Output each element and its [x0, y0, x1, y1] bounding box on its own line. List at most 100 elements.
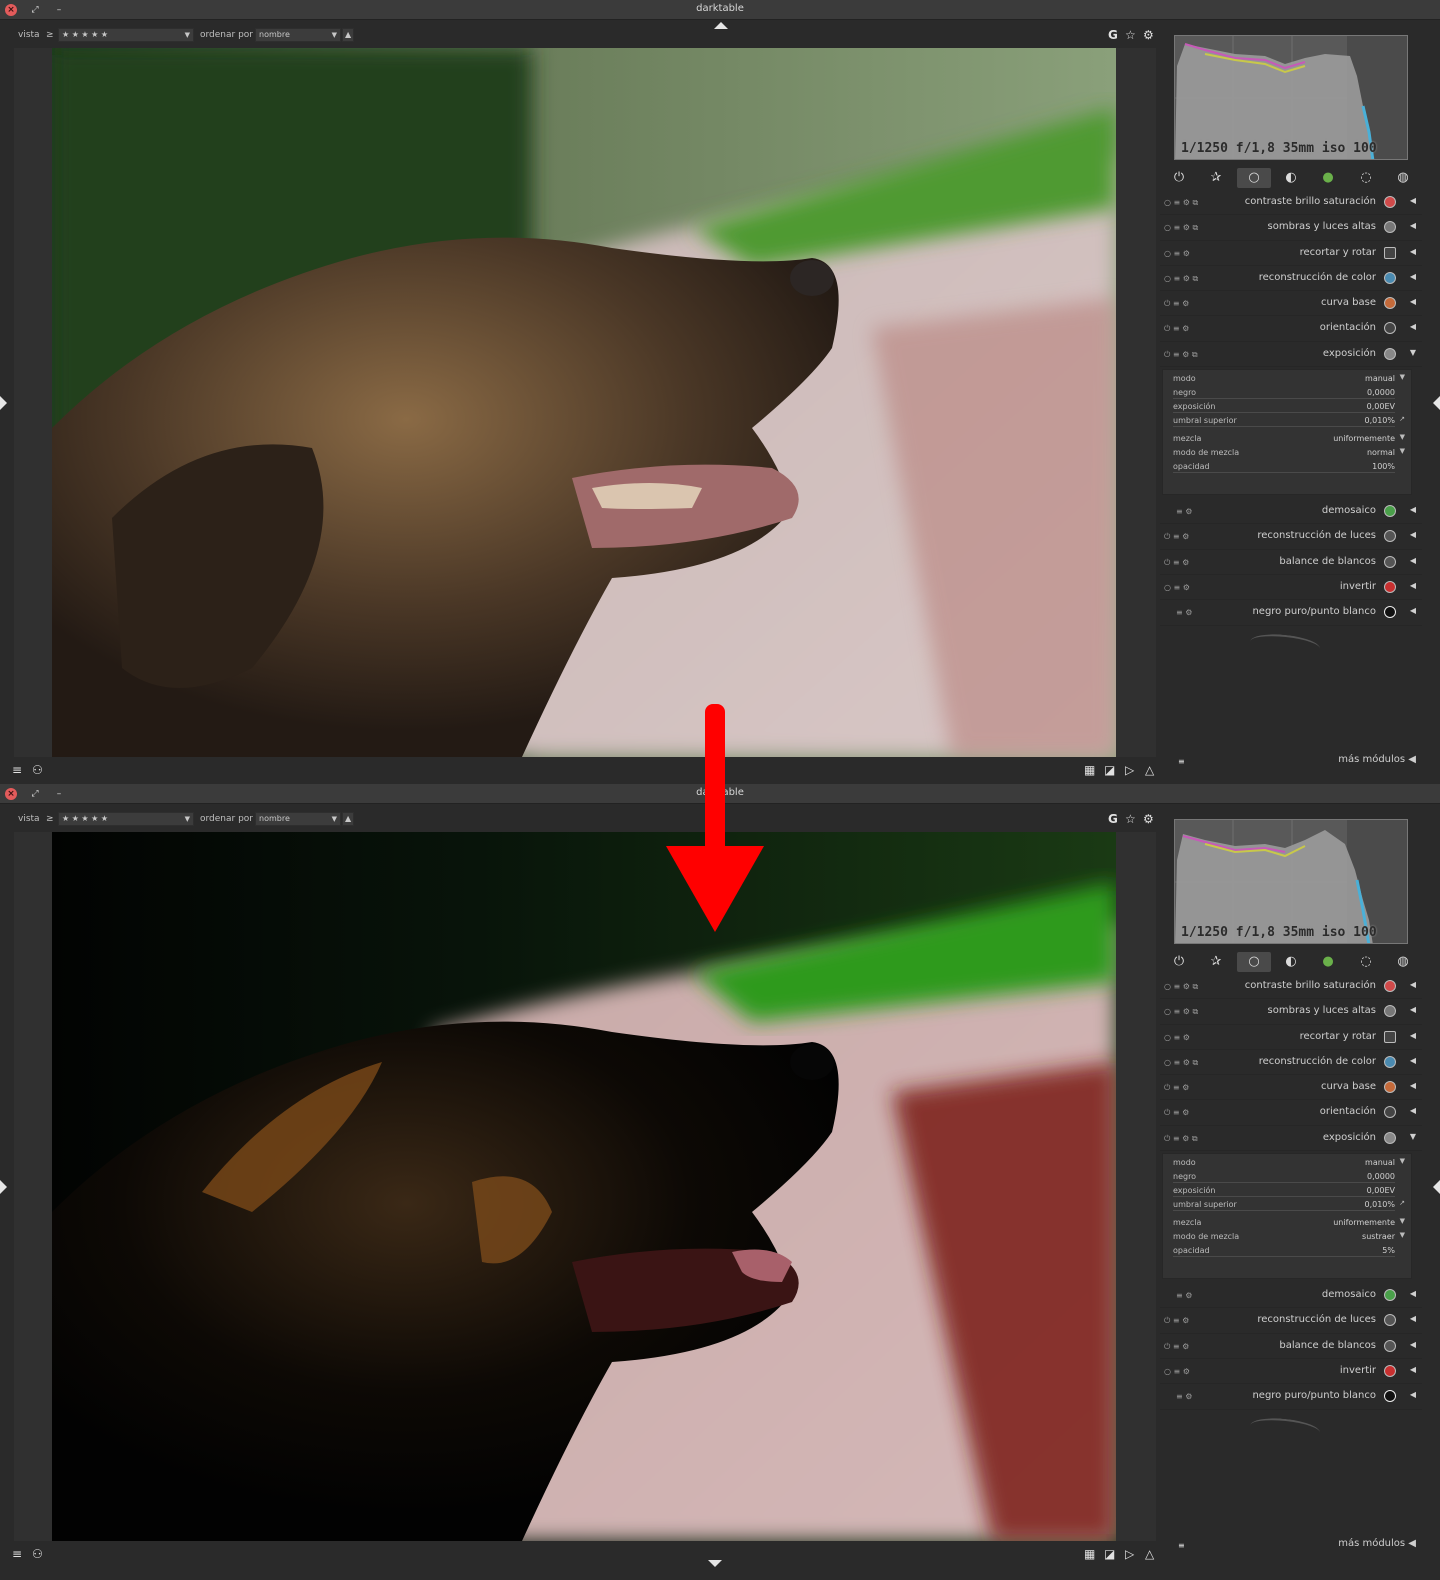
- effect-group-tab[interactable]: ◍: [1386, 168, 1420, 188]
- exposure-slider[interactable]: exposición 0,00EV: [1173, 400, 1405, 414]
- module-sombras[interactable]: ○ ≡ ⚙ ⧉ sombras y luces altas ◀: [1160, 999, 1422, 1025]
- softproof-icon[interactable]: ▷: [1125, 1547, 1134, 1561]
- gamut-check-icon[interactable]: △: [1145, 763, 1154, 777]
- expand-arrow-icon[interactable]: ◀: [1410, 1314, 1416, 1323]
- collapse-arrow-icon[interactable]: ▼: [1410, 348, 1416, 357]
- module-negro-puro[interactable]: ≡ ⚙ negro puro/punto blanco ◀: [1160, 600, 1422, 626]
- module-balance-blancos[interactable]: ⏻ ≡ ⚙ balance de blancos ◀: [1160, 1334, 1422, 1359]
- effect-group-tab[interactable]: ◍: [1386, 952, 1420, 972]
- basic-group-tab[interactable]: ○: [1237, 168, 1271, 188]
- module-recortar[interactable]: ○ ≡ ⚙ recortar y rotar ◀: [1160, 241, 1422, 266]
- expand-arrow-icon[interactable]: ◀: [1410, 980, 1416, 989]
- opacity-slider[interactable]: opacidad 5%: [1173, 1244, 1405, 1258]
- opacity-slider[interactable]: opacidad 100%: [1173, 460, 1405, 474]
- module-reconstruccion-color[interactable]: ○ ≡ ⚙ ⧉ reconstrucción de color ◀: [1160, 1050, 1422, 1076]
- expand-arrow-icon[interactable]: ◀: [1410, 196, 1416, 205]
- module-reconstruccion-luces[interactable]: ⏻ ≡ ⚙ reconstrucción de luces ◀: [1160, 1308, 1422, 1334]
- module-contraste[interactable]: ○ ≡ ⚙ ⧉ contraste brillo saturación ◀: [1160, 190, 1422, 216]
- module-reconstruccion-color[interactable]: ○ ≡ ⚙ ⧉ reconstrucción de color ◀: [1160, 266, 1422, 292]
- gamut-check-icon[interactable]: △: [1145, 1547, 1154, 1561]
- threshold-slider[interactable]: umbral superior 0,010% ↗: [1173, 414, 1405, 428]
- right-panel-toggle-icon[interactable]: [1433, 396, 1440, 410]
- expand-arrow-icon[interactable]: ◀: [1410, 1106, 1416, 1115]
- presets-menu-icon[interactable]: ≡: [12, 1547, 22, 1561]
- left-panel-toggle-icon[interactable]: [0, 396, 7, 410]
- expand-arrow-icon[interactable]: ◀: [1410, 1390, 1416, 1399]
- rating-filter-dropdown[interactable]: ★ ★ ★ ★ ★ ▼: [58, 28, 194, 42]
- exposure-mode-combobox[interactable]: modo manual ▼: [1173, 372, 1405, 386]
- color-picker-icon[interactable]: ▦: [1084, 1547, 1095, 1561]
- blend-mode-combobox[interactable]: modo de mezcla sustraer ▼: [1173, 1230, 1405, 1244]
- expand-arrow-icon[interactable]: ◀: [1410, 1289, 1416, 1298]
- tone-group-tab[interactable]: ◐: [1274, 952, 1308, 972]
- rating-filter-dropdown[interactable]: ★ ★ ★ ★ ★ ▼: [58, 812, 194, 826]
- blend-combobox[interactable]: mezcla uniformemente ▼: [1173, 432, 1405, 446]
- expand-arrow-icon[interactable]: ◀: [1410, 505, 1416, 514]
- grouping-icon[interactable]: G: [1108, 812, 1118, 826]
- sort-dropdown[interactable]: nombre ▼: [255, 812, 341, 826]
- exposure-mode-combobox[interactable]: modo manual ▼: [1173, 1156, 1405, 1170]
- expand-arrow-icon[interactable]: ◀: [1410, 247, 1416, 256]
- styles-icon[interactable]: ⚇: [32, 763, 43, 777]
- black-level-slider[interactable]: negro 0,0000: [1173, 386, 1405, 400]
- expand-arrow-icon[interactable]: ◀: [1410, 1031, 1416, 1040]
- module-negro-puro[interactable]: ≡ ⚙ negro puro/punto blanco ◀: [1160, 1384, 1422, 1410]
- module-curva-base[interactable]: ⏻ ≡ ⚙ curva base ◀: [1160, 291, 1422, 317]
- more-modules-button[interactable]: más módulos ◀: [1338, 754, 1416, 765]
- module-contraste[interactable]: ○ ≡ ⚙ ⧉ contraste brillo saturación ◀: [1160, 974, 1422, 1000]
- sort-direction-button[interactable]: ▲: [342, 812, 354, 826]
- grouping-icon[interactable]: G: [1108, 28, 1118, 42]
- module-reconstruccion-luces[interactable]: ⏻ ≡ ⚙ reconstrucción de luces ◀: [1160, 524, 1422, 550]
- favorites-tab[interactable]: ✰: [1199, 952, 1233, 972]
- correct-group-tab[interactable]: ◌: [1349, 168, 1383, 188]
- black-level-slider[interactable]: negro 0,0000: [1173, 1170, 1405, 1184]
- threshold-slider[interactable]: umbral superior 0,010% ↗: [1173, 1198, 1405, 1212]
- sort-direction-button[interactable]: ▲: [342, 28, 354, 42]
- expand-arrow-icon[interactable]: ◀: [1410, 606, 1416, 615]
- expand-arrow-icon[interactable]: ◀: [1410, 297, 1416, 306]
- star-icon[interactable]: ☆: [1125, 812, 1136, 826]
- comparator-selector[interactable]: ≥: [46, 814, 54, 824]
- collapse-arrow-icon[interactable]: ▼: [1410, 1132, 1416, 1141]
- more-modules-button[interactable]: más módulos ◀: [1338, 1538, 1416, 1549]
- comparator-selector[interactable]: ≥: [46, 30, 54, 40]
- module-demosaico[interactable]: ≡ ⚙ demosaico ◀: [1160, 499, 1422, 525]
- module-curva-base[interactable]: ⏻ ≡ ⚙ curva base ◀: [1160, 1075, 1422, 1101]
- exposure-slider[interactable]: exposición 0,00EV: [1173, 1184, 1405, 1198]
- module-sombras[interactable]: ○ ≡ ⚙ ⧉ sombras y luces altas ◀: [1160, 215, 1422, 241]
- expand-arrow-icon[interactable]: ◀: [1410, 1005, 1416, 1014]
- expand-arrow-icon[interactable]: ◀: [1410, 581, 1416, 590]
- expand-arrow-icon[interactable]: ◀: [1410, 1081, 1416, 1090]
- overexposed-icon[interactable]: ◪: [1104, 1547, 1115, 1561]
- left-panel-toggle-icon[interactable]: [0, 1180, 7, 1194]
- module-invertir[interactable]: ○ ≡ ⚙ invertir ◀: [1160, 575, 1422, 601]
- styles-icon[interactable]: ⚇: [32, 1547, 43, 1561]
- color-picker-icon[interactable]: ↗: [1399, 415, 1405, 423]
- histogram[interactable]: 1/1250 f/1,8 35mm iso 100: [1174, 819, 1408, 944]
- bottom-panel-toggle-icon[interactable]: [708, 1560, 722, 1567]
- expand-arrow-icon[interactable]: ◀: [1410, 322, 1416, 331]
- expand-arrow-icon[interactable]: ◀: [1410, 1340, 1416, 1349]
- module-recortar[interactable]: ○ ≡ ⚙ recortar y rotar ◀: [1160, 1025, 1422, 1050]
- color-picker-icon[interactable]: ↗: [1399, 1199, 1405, 1207]
- module-orientacion[interactable]: ⏻ ≡ ⚙ orientación ◀: [1160, 316, 1422, 342]
- favorites-tab[interactable]: ✰: [1199, 168, 1233, 188]
- color-group-tab[interactable]: ●: [1311, 952, 1345, 972]
- overexposed-icon[interactable]: ◪: [1104, 763, 1115, 777]
- basic-group-tab[interactable]: ○: [1237, 952, 1271, 972]
- module-invertir[interactable]: ○ ≡ ⚙ invertir ◀: [1160, 1359, 1422, 1385]
- gear-icon[interactable]: ⚙: [1143, 812, 1154, 826]
- expand-arrow-icon[interactable]: ◀: [1410, 1056, 1416, 1065]
- expand-arrow-icon[interactable]: ◀: [1410, 221, 1416, 230]
- blend-combobox[interactable]: mezcla uniformemente ▼: [1173, 1216, 1405, 1230]
- right-panel-toggle-icon[interactable]: [1433, 1180, 1440, 1194]
- presets-icon[interactable]: ≡: [1178, 1541, 1185, 1550]
- photo-canvas-before[interactable]: [52, 48, 1116, 757]
- module-orientacion[interactable]: ⏻ ≡ ⚙ orientación ◀: [1160, 1100, 1422, 1126]
- histogram[interactable]: 1/1250 f/1,8 35mm iso 100: [1174, 35, 1408, 160]
- gear-icon[interactable]: ⚙: [1143, 28, 1154, 42]
- photo-canvas-after[interactable]: [52, 832, 1116, 1541]
- sort-dropdown[interactable]: nombre ▼: [255, 28, 341, 42]
- expand-arrow-icon[interactable]: ◀: [1410, 530, 1416, 539]
- expand-arrow-icon[interactable]: ◀: [1410, 556, 1416, 565]
